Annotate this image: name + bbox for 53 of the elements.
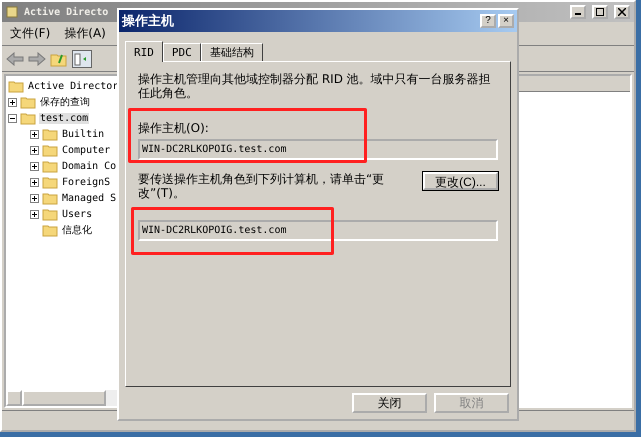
maximize-button[interactable] (592, 5, 608, 19)
folder-icon (20, 112, 36, 124)
close-button[interactable]: × (498, 14, 514, 28)
collapse-icon[interactable] (8, 114, 17, 122)
dialog-button[interactable]: 关闭 (352, 393, 427, 413)
folder-icon (42, 160, 58, 172)
tab[interactable]: RID (125, 41, 163, 62)
close-button[interactable] (614, 5, 630, 19)
folder-icon (8, 80, 24, 92)
tree-item[interactable]: Active Director (27, 80, 120, 92)
tree-item[interactable]: Domain Co (61, 160, 118, 172)
folder-icon (42, 208, 58, 220)
folder-icon (42, 192, 58, 204)
tree-item[interactable]: Users (61, 208, 94, 220)
expand-icon[interactable] (30, 210, 39, 218)
folder-icon (42, 144, 58, 156)
tree-item[interactable]: Managed S (61, 192, 118, 204)
tree-item[interactable]: 保存的查询 (39, 95, 91, 109)
minimize-button[interactable] (570, 5, 586, 19)
scrollbar-thumb[interactable] (22, 390, 106, 406)
expand-icon[interactable] (8, 98, 17, 106)
description-text: 操作主机管理向其他域控制器分配 RID 池。域中只有一台服务器担任此角色。 (138, 72, 492, 100)
expand-icon[interactable] (30, 162, 39, 170)
expand-icon[interactable] (30, 130, 39, 138)
app-icon (6, 6, 18, 18)
menu-item[interactable]: 操作(A) (64, 25, 106, 42)
window-title: Active Directo (24, 6, 108, 18)
expand-icon[interactable] (30, 146, 39, 154)
forward-icon[interactable] (28, 52, 46, 66)
target-field[interactable]: WIN-DC2RLKOPOIG.test.com (138, 220, 498, 242)
folder-icon (42, 224, 58, 236)
expand-icon[interactable] (30, 194, 39, 202)
tab[interactable]: 基础结构 (200, 43, 263, 62)
help-button[interactable]: ? (480, 14, 496, 28)
tree-item[interactable]: test.com (39, 112, 90, 124)
tree-item[interactable]: Computer (61, 144, 112, 156)
folder-icon (20, 96, 36, 108)
folder-icon (42, 176, 58, 188)
transfer-text: 要传送操作主机角色到下列计算机，请单击“更改”(T)。 (138, 172, 386, 200)
tree-item[interactable]: 信息化 (61, 223, 93, 237)
console-tree-icon[interactable] (72, 50, 92, 68)
tree-item[interactable]: ForeignS (61, 176, 112, 188)
field-label: 操作主机(O): (138, 120, 210, 138)
change-button[interactable]: 更改(C)... (423, 172, 498, 190)
dialog-title: 操作主机 (122, 12, 174, 30)
menu-item[interactable]: 文件(F) (10, 25, 50, 42)
back-icon[interactable] (6, 52, 24, 66)
maximize-icon (596, 8, 604, 16)
tree-item[interactable]: Builtin (61, 128, 106, 140)
tab[interactable]: PDC (162, 43, 201, 62)
close-icon (618, 8, 626, 16)
folder-icon (42, 128, 58, 140)
expand-icon[interactable] (30, 178, 39, 186)
